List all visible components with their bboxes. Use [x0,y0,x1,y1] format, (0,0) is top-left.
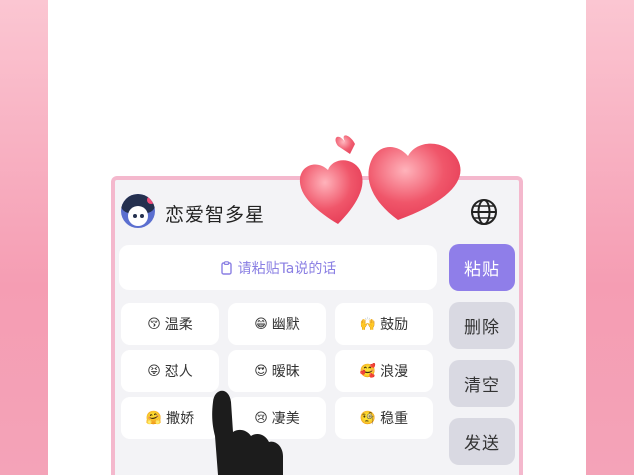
app-title: 恋爱智多星 [165,204,266,226]
tone-chip[interactable]: 😁 幽默 [228,303,326,345]
send-button[interactable]: 发送 [449,418,515,465]
tone-chip[interactable]: 😚 温柔 [121,303,219,345]
tone-label: 稳重 [380,411,409,427]
cartoon-avatar-icon[interactable] [121,194,155,228]
hearts-icon [299,135,461,224]
emoji-icon: 😍 [254,363,268,379]
emoji-icon: 🧐 [359,410,377,426]
emoji-icon: 🙌 [359,316,377,332]
globe-icon[interactable] [470,198,498,226]
clipboard-icon [220,260,232,275]
tone-label: 幽默 [271,317,300,333]
tone-label: 温柔 [164,317,193,333]
clear-button[interactable]: 清空 [449,360,515,407]
background-right-panel [586,0,634,475]
paste-placeholder: 请粘贴Ta说的话 [237,260,337,277]
tone-chip[interactable]: 🥰 浪漫 [335,350,433,392]
emoji-icon: 😝 [147,363,161,379]
tone-label: 浪漫 [380,364,409,380]
paste-input[interactable]: 请粘贴Ta说的话 [119,245,437,290]
tone-chip[interactable]: 🙌 鼓励 [335,303,433,345]
emoji-icon: 😚 [147,316,161,332]
tone-label: 鼓励 [380,317,409,333]
background-left-panel [0,0,48,475]
emoji-icon: 🥰 [359,363,377,379]
tone-chip[interactable]: 🧐 稳重 [335,397,433,439]
emoji-icon: 😁 [254,316,268,332]
delete-button[interactable]: 删除 [449,302,515,349]
pointing-hand-icon [212,390,283,475]
emoji-icon: 🤗 [145,410,163,426]
paste-button[interactable]: 粘贴 [449,244,515,291]
